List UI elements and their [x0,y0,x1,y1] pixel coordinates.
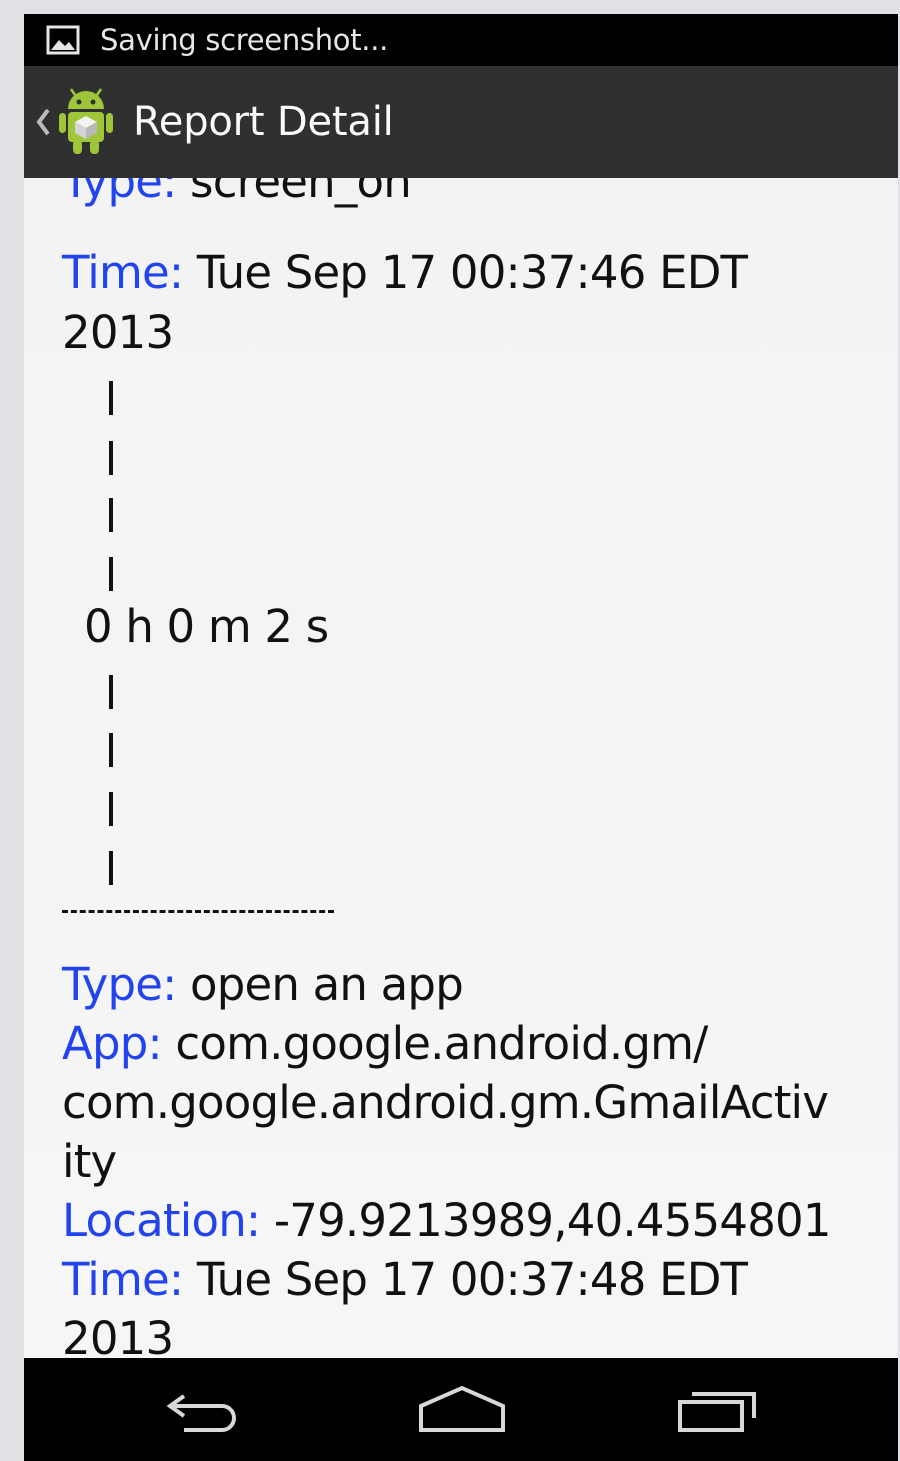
time-label: Time: [62,246,184,299]
type-value: open an app [190,958,464,1011]
home-icon[interactable] [416,1384,508,1438]
event-type-row: Type: screen_on [62,178,412,211]
type-label: Type: [62,178,177,208]
type-label: Type: [62,958,177,1011]
location-value: -79.9213989,40.4554801 [273,1194,832,1247]
time-value: Tue Sep 17 00:37:46 EDT [196,246,748,299]
timeline-connector [109,498,113,532]
status-bar: Saving screenshot... [24,14,898,66]
duration-text: 0 h 0 m 2 s [84,600,329,653]
timeline-connector [109,792,113,826]
timeline-connector [109,851,113,885]
report-detail-scroll[interactable]: Type: screen_on Time: Tue Sep 17 00:37:4… [24,178,898,1358]
app-label: App: [62,1017,163,1070]
event-time-row-cont: 2013 [62,1312,174,1358]
back-icon[interactable] [162,1384,248,1438]
event-type-row: Type: open an app [62,956,464,1014]
navigation-bar [24,1358,898,1461]
android-app-icon[interactable] [59,87,113,157]
timeline-connector [109,557,113,591]
event-time-row: Time: Tue Sep 17 00:37:46 EDT [62,244,748,302]
timeline-connector [109,381,113,415]
time-value: Tue Sep 17 00:37:48 EDT [196,1253,748,1306]
event-app-row-cont: com.google.android.gm.GmailActiv [62,1076,829,1129]
timeline-connector [109,733,113,767]
app-value: com.google.android.gm/ [175,1017,708,1070]
event-time-row: Time: Tue Sep 17 00:37:48 EDT [62,1251,748,1309]
action-bar: Report Detail [24,66,898,178]
separator: -------------------- [62,910,334,913]
event-time-row-cont: 2013 [62,306,174,359]
event-app-row: App: com.google.android.gm/ [62,1015,708,1073]
time-label: Time: [62,1253,184,1306]
action-bar-title: Report Detail [133,99,394,145]
location-label: Location: [62,1194,261,1247]
event-app-row-cont: ity [62,1135,117,1188]
image-icon [46,25,80,55]
timeline-connector [109,441,113,475]
event-location-row: Location: -79.9213989,40.4554801 [62,1192,832,1250]
type-value: screen_on [190,178,412,208]
phone-screen: Saving screenshot... Report Detail Type:… [24,14,898,1461]
recents-icon[interactable] [674,1384,760,1438]
up-caret-icon[interactable] [33,102,53,142]
status-notification-text: Saving screenshot... [100,23,389,57]
timeline-connector [109,675,113,709]
